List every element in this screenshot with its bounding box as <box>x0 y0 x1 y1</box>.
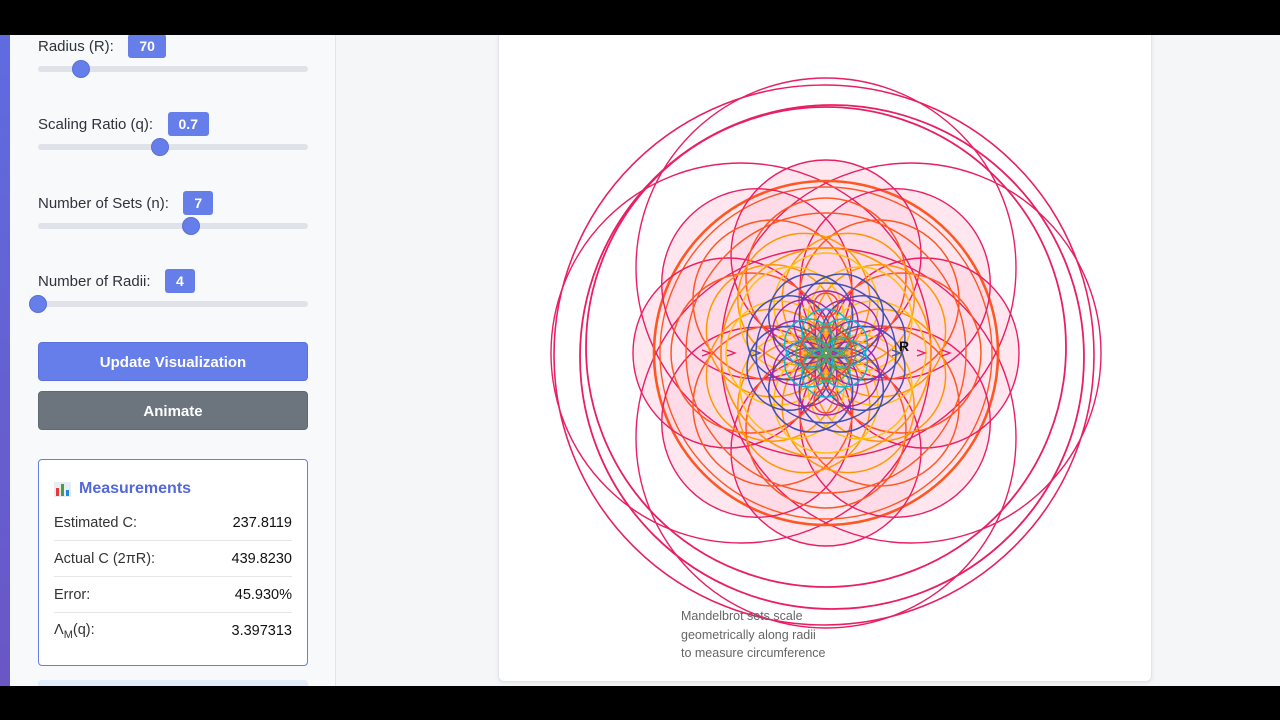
number-of-sets-slider-track[interactable] <box>38 217 308 235</box>
radius-slider-track[interactable] <box>38 60 308 78</box>
measurement-value: 439.8230 <box>231 550 292 567</box>
scaling-ratio-slider-track[interactable] <box>38 138 308 156</box>
measurement-row-actual-c: Actual C (2πR): 439.8230 <box>54 541 292 577</box>
measurements-title: Measurements <box>54 477 292 501</box>
app-window: Radius (R): 70 Scaling Ratio (q): 0.7 Nu… <box>0 35 1280 686</box>
number-of-sets-slider-thumb[interactable] <box>181 217 200 235</box>
measurement-row-lambda: ΛM(q): 3.397313 <box>54 613 292 649</box>
measurement-value: 3.397313 <box>231 623 292 639</box>
radius-control: Radius (R): 70 <box>38 35 308 78</box>
accent-bar <box>0 35 10 686</box>
measurements-title-text: Measurements <box>79 480 192 497</box>
update-visualization-button[interactable]: Update Visualization <box>38 342 308 381</box>
number-of-sets-control: Number of Sets (n): 7 <box>38 191 308 235</box>
measurement-label: Estimated C: <box>54 514 137 531</box>
visualization-caption: Mandelbrot sets scale geometrically alon… <box>681 609 826 660</box>
number-of-radii-value-badge: 4 <box>165 269 195 293</box>
measurement-label: Error: <box>54 586 91 603</box>
radius-value-badge: 70 <box>128 35 166 58</box>
measurement-row-estimated-c: Estimated C: 237.8119 <box>54 505 292 541</box>
number-of-radii-label: Number of Radii: <box>38 272 151 290</box>
number-of-sets-value-badge: 7 <box>183 191 214 215</box>
scaling-ratio-label: Scaling Ratio (q): <box>38 115 154 133</box>
measurements-panel: Measurements Estimated C: 237.8119 Actua… <box>38 459 308 666</box>
measurement-value: 45.930% <box>234 586 292 603</box>
measurement-label: ΛM(q): <box>54 621 95 641</box>
control-sidebar[interactable]: Radius (R): 70 Scaling Ratio (q): 0.7 Nu… <box>10 35 336 686</box>
number-of-radii-control: Number of Radii: 4 <box>29 269 308 313</box>
scaling-ratio-control: Scaling Ratio (q): 0.7 <box>38 112 308 156</box>
radius-label: Radius (R): <box>38 37 114 55</box>
visualization-canvas-card: R Mandelbrot sets scale geometrically al… <box>498 35 1152 682</box>
core-circle <box>799 326 853 380</box>
animate-button[interactable]: Animate <box>38 391 308 430</box>
measurement-value: 237.8119 <box>232 514 292 531</box>
number-of-radii-slider-track[interactable] <box>29 295 308 313</box>
bar-chart-icon <box>54 481 71 497</box>
number-of-radii-slider-thumb[interactable] <box>29 295 47 313</box>
visualization-canvas[interactable]: R <box>499 35 1153 683</box>
radius-slider-thumb[interactable] <box>72 60 91 78</box>
number-of-sets-label: Number of Sets (n): <box>38 194 169 212</box>
scaling-ratio-slider-thumb[interactable] <box>150 138 169 156</box>
measurement-label: Actual C (2πR): <box>54 550 156 567</box>
scaling-ratio-value-badge: 0.7 <box>167 112 209 136</box>
main-area: R Mandelbrot sets scale geometrically al… <box>336 35 1280 686</box>
measurement-row-error: Error: 45.930% <box>54 577 292 613</box>
radius-label-text: R <box>899 338 909 354</box>
next-panel-edge <box>38 680 308 686</box>
